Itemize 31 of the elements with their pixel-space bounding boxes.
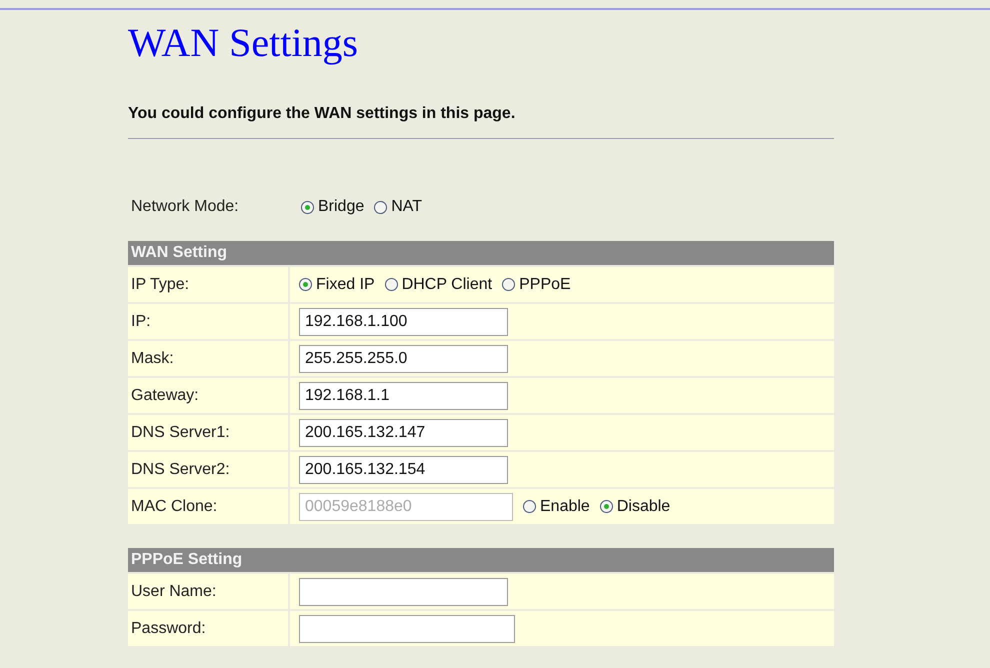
field-label: Mask:: [128, 341, 288, 376]
field-label: Network Mode:: [130, 198, 240, 216]
input-field[interactable]: 255.255.255.0: [299, 344, 508, 372]
field-label: Password:: [128, 611, 288, 646]
radio-icon[interactable]: [301, 200, 314, 214]
password-field[interactable]: [299, 614, 515, 642]
radio-option[interactable]: DHCP Client: [384, 276, 492, 294]
input-field[interactable]: 192.168.1.1: [299, 382, 508, 410]
section-header: WAN Setting: [128, 241, 834, 265]
radio-icon[interactable]: [299, 278, 312, 291]
radio-option[interactable]: PPPoE: [502, 276, 571, 294]
radio-option[interactable]: NAT: [374, 198, 422, 216]
radio-icon[interactable]: [502, 278, 516, 291]
input-field[interactable]: 192.168.1.100: [299, 308, 508, 336]
field-label: User Name:: [128, 574, 288, 609]
field-label: IP:: [128, 304, 288, 339]
page-title: WAN Settings: [128, 19, 359, 66]
input-field[interactable]: [299, 578, 508, 606]
field-label: Gateway:: [128, 378, 288, 413]
section-header: PPPoE Setting: [128, 548, 834, 572]
field-label: MAC Clone:: [128, 489, 288, 524]
radio-option[interactable]: Fixed IP: [299, 276, 375, 294]
field-label: DNS Server1:: [128, 415, 288, 450]
input-field[interactable]: 200.165.132.147: [299, 418, 508, 446]
radio-option[interactable]: Bridge: [301, 198, 364, 216]
page-description: You could configure the WAN settings in this page.: [128, 104, 516, 124]
radio-icon[interactable]: [374, 200, 388, 214]
radio-icon[interactable]: [384, 278, 398, 291]
field-label: DNS Server2:: [128, 452, 288, 487]
input-field[interactable]: 200.165.132.154: [299, 456, 508, 484]
field-label: IP Type:: [128, 267, 288, 302]
